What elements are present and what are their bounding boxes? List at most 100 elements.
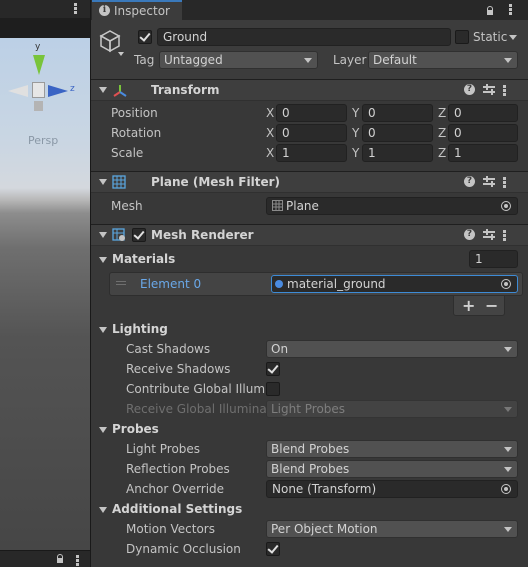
receive-shadows-toggle[interactable] bbox=[266, 362, 280, 376]
info-icon: i bbox=[99, 5, 110, 16]
contribute-gi-label: Contribute Global Illumin bbox=[126, 382, 266, 396]
materials-count-field[interactable]: 1 bbox=[469, 250, 518, 268]
presets-icon[interactable] bbox=[483, 229, 495, 241]
gizmo-x-axis-icon[interactable] bbox=[8, 85, 28, 97]
foldout-icon[interactable] bbox=[99, 87, 107, 93]
scene-menu-icon[interactable] bbox=[74, 3, 77, 15]
chevron-down-icon bbox=[504, 407, 512, 412]
remove-element-button[interactable]: − bbox=[485, 296, 498, 315]
axis-y-label[interactable]: Y bbox=[352, 106, 359, 120]
inspector-lock-icon[interactable] bbox=[487, 6, 493, 15]
mesh-renderer-title: Mesh Renderer bbox=[151, 228, 254, 242]
position-label: Position bbox=[111, 106, 158, 120]
scale-y-field[interactable]: 1 bbox=[362, 144, 433, 162]
component-menu-icon[interactable] bbox=[503, 230, 506, 242]
lock-icon[interactable] bbox=[57, 554, 63, 563]
help-icon[interactable]: ? bbox=[464, 229, 475, 240]
tab-label: Inspector bbox=[114, 4, 170, 18]
active-toggle[interactable] bbox=[138, 30, 152, 44]
dynamic-occlusion-toggle[interactable] bbox=[266, 542, 280, 556]
scene-viewport[interactable] bbox=[0, 38, 90, 550]
anchor-override-field[interactable]: None (Transform) bbox=[266, 480, 518, 498]
axis-x-label[interactable]: X bbox=[266, 146, 274, 160]
position-x-field[interactable]: 0 bbox=[276, 104, 347, 122]
cast-shadows-value: On bbox=[271, 342, 289, 356]
object-picker-icon[interactable] bbox=[501, 279, 511, 289]
chevron-down-icon bbox=[304, 58, 312, 63]
motion-vectors-dropdown[interactable]: Per Object Motion bbox=[266, 520, 518, 538]
static-toggle[interactable] bbox=[455, 30, 469, 44]
help-icon[interactable]: ? bbox=[464, 176, 475, 187]
mesh-filter-header[interactable]: Plane (Mesh Filter) ? bbox=[91, 171, 528, 193]
static-label[interactable]: Static bbox=[473, 30, 507, 44]
help-icon[interactable]: ? bbox=[464, 84, 475, 95]
tag-value: Untagged bbox=[164, 53, 223, 67]
anchor-override-label: Anchor Override bbox=[126, 482, 225, 496]
rotation-y-field[interactable]: 0 bbox=[362, 124, 433, 142]
cast-shadows-dropdown[interactable]: On bbox=[266, 340, 518, 358]
foldout-icon[interactable] bbox=[99, 232, 107, 238]
material-sphere-icon bbox=[275, 280, 283, 288]
projection-label[interactable]: Persp bbox=[28, 134, 58, 147]
light-probes-dropdown[interactable]: Blend Probes bbox=[266, 440, 518, 458]
scale-z-field[interactable]: 1 bbox=[448, 144, 518, 162]
gizmo-y-axis-icon[interactable] bbox=[33, 55, 45, 75]
scale-x-field[interactable]: 1 bbox=[276, 144, 347, 162]
tag-label: Tag bbox=[134, 53, 155, 67]
receive-gi-label: Receive Global Illuminati bbox=[126, 402, 266, 416]
gizmo-center-cube-icon[interactable] bbox=[32, 82, 45, 98]
presets-icon[interactable] bbox=[483, 176, 495, 188]
layer-value: Default bbox=[373, 53, 417, 67]
gizmo-bottom-cone-icon[interactable] bbox=[34, 101, 43, 111]
component-menu-icon[interactable] bbox=[503, 85, 506, 97]
object-name-field[interactable]: Ground bbox=[157, 28, 451, 46]
object-picker-icon[interactable] bbox=[501, 484, 511, 494]
tag-dropdown[interactable]: Untagged bbox=[159, 51, 318, 69]
lighting-foldout[interactable]: Lighting bbox=[99, 322, 168, 336]
materials-foldout[interactable]: Materials bbox=[99, 252, 175, 266]
mesh-field[interactable]: Plane bbox=[266, 197, 518, 215]
layer-dropdown[interactable]: Default bbox=[368, 51, 518, 69]
rotation-z-field[interactable]: 0 bbox=[448, 124, 518, 142]
probes-foldout[interactable]: Probes bbox=[99, 422, 159, 436]
tab-inspector[interactable]: i Inspector bbox=[92, 0, 182, 20]
axis-x-label[interactable]: X bbox=[266, 126, 274, 140]
additional-settings-label: Additional Settings bbox=[112, 502, 243, 516]
bottom-menu-icon[interactable] bbox=[76, 555, 79, 567]
position-y-field[interactable]: 0 bbox=[362, 104, 433, 122]
light-probes-label: Light Probes bbox=[126, 442, 201, 456]
contribute-gi-toggle[interactable] bbox=[266, 382, 280, 396]
static-dropdown-icon[interactable] bbox=[509, 35, 517, 40]
rotation-label: Rotation bbox=[111, 126, 162, 140]
object-header: Ground Static Tag Untagged Layer Default bbox=[91, 20, 528, 79]
object-picker-icon[interactable] bbox=[501, 201, 511, 211]
transform-header[interactable]: Transform ? bbox=[91, 79, 528, 101]
foldout-icon[interactable] bbox=[99, 179, 107, 185]
chevron-down-icon bbox=[504, 467, 512, 472]
material-value: material_ground bbox=[287, 277, 386, 291]
mesh-filter-title: Plane (Mesh Filter) bbox=[151, 175, 280, 189]
axis-y-label[interactable]: Y bbox=[352, 126, 359, 140]
reflection-probes-label: Reflection Probes bbox=[126, 462, 230, 476]
add-element-button[interactable]: + bbox=[462, 296, 475, 315]
position-z-field[interactable]: 0 bbox=[448, 104, 518, 122]
axis-y-label[interactable]: Y bbox=[352, 146, 359, 160]
mesh-renderer-enabled-toggle[interactable] bbox=[132, 228, 146, 242]
inspector-menu-icon[interactable] bbox=[509, 4, 512, 16]
reflection-probes-dropdown[interactable]: Blend Probes bbox=[266, 460, 518, 478]
scene-view[interactable]: y z Persp bbox=[0, 0, 90, 567]
gameobject-cube-icon[interactable] bbox=[99, 29, 127, 59]
drag-handle-icon[interactable] bbox=[116, 281, 126, 282]
gizmo-z-axis-icon[interactable] bbox=[48, 85, 68, 97]
additional-settings-foldout[interactable]: Additional Settings bbox=[99, 502, 242, 516]
light-probes-value: Blend Probes bbox=[271, 442, 350, 456]
material-field[interactable]: material_ground bbox=[271, 275, 518, 293]
axis-x-label[interactable]: X bbox=[266, 106, 274, 120]
mesh-renderer-header[interactable]: Mesh Renderer ? bbox=[91, 224, 528, 246]
axis-z-label[interactable]: Z bbox=[438, 106, 446, 120]
rotation-x-field[interactable]: 0 bbox=[276, 124, 347, 142]
component-menu-icon[interactable] bbox=[503, 177, 506, 189]
presets-icon[interactable] bbox=[483, 84, 495, 96]
axis-z-label[interactable]: Z bbox=[438, 146, 446, 160]
axis-z-label[interactable]: Z bbox=[438, 126, 446, 140]
